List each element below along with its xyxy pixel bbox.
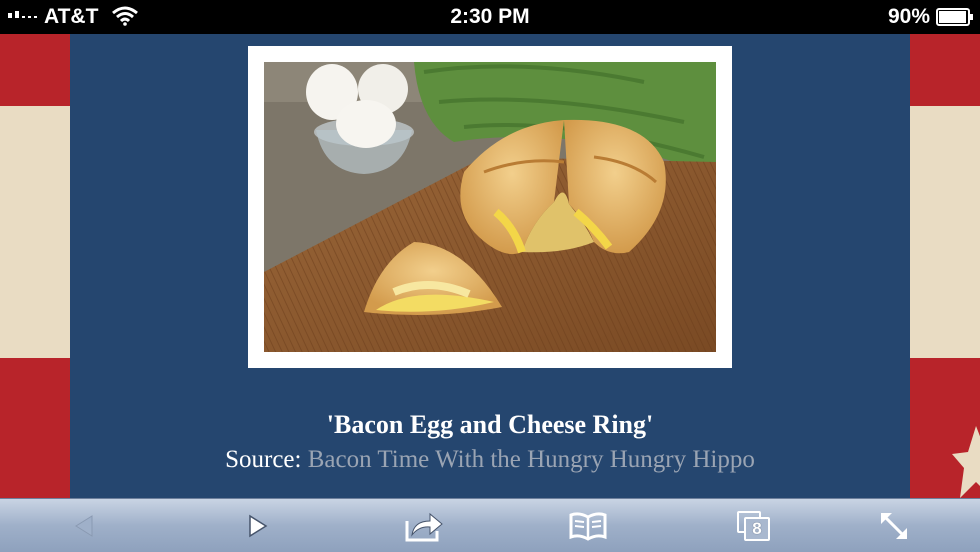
- battery-icon: [936, 8, 973, 26]
- share-icon: [405, 512, 443, 542]
- status-bar: AT&T 2:30 PM 90%: [0, 0, 980, 34]
- browser-toolbar: 8: [0, 498, 980, 552]
- clock: 2:30 PM: [450, 5, 530, 28]
- recipe-photo[interactable]: [264, 62, 716, 352]
- forward-icon: [249, 514, 268, 538]
- back-icon: [75, 515, 93, 537]
- star-icon: [952, 426, 980, 498]
- share-button[interactable]: [404, 507, 444, 545]
- recipe-source: Source: Bacon Time With the Hungry Hungr…: [70, 446, 910, 474]
- recipe-title: 'Bacon Egg and Cheese Ring': [326, 410, 654, 439]
- fullscreen-icon: [881, 513, 907, 539]
- tabs-icon: 8: [737, 511, 771, 541]
- back-button[interactable]: [64, 507, 104, 545]
- web-page[interactable]: 'Bacon Egg and Cheese Ring' Source: Baco…: [0, 34, 980, 498]
- tabs-button[interactable]: 8: [734, 507, 774, 545]
- forward-button[interactable]: [238, 507, 278, 545]
- source-link[interactable]: Bacon Time With the Hungry Hungry Hippo: [308, 446, 755, 473]
- bookmarks-button[interactable]: [568, 507, 608, 545]
- flag-background-right: [910, 34, 980, 498]
- source-label: Source:: [225, 446, 302, 473]
- battery-percent: 90%: [887, 5, 930, 28]
- recipe-photo-frame[interactable]: [248, 46, 732, 368]
- flag-background-left: [0, 34, 70, 498]
- bookmarks-icon: [569, 512, 607, 541]
- tabs-count: 8: [744, 517, 770, 541]
- content-panel: 'Bacon Egg and Cheese Ring' Source: Baco…: [70, 34, 910, 498]
- fullscreen-button[interactable]: [874, 507, 914, 545]
